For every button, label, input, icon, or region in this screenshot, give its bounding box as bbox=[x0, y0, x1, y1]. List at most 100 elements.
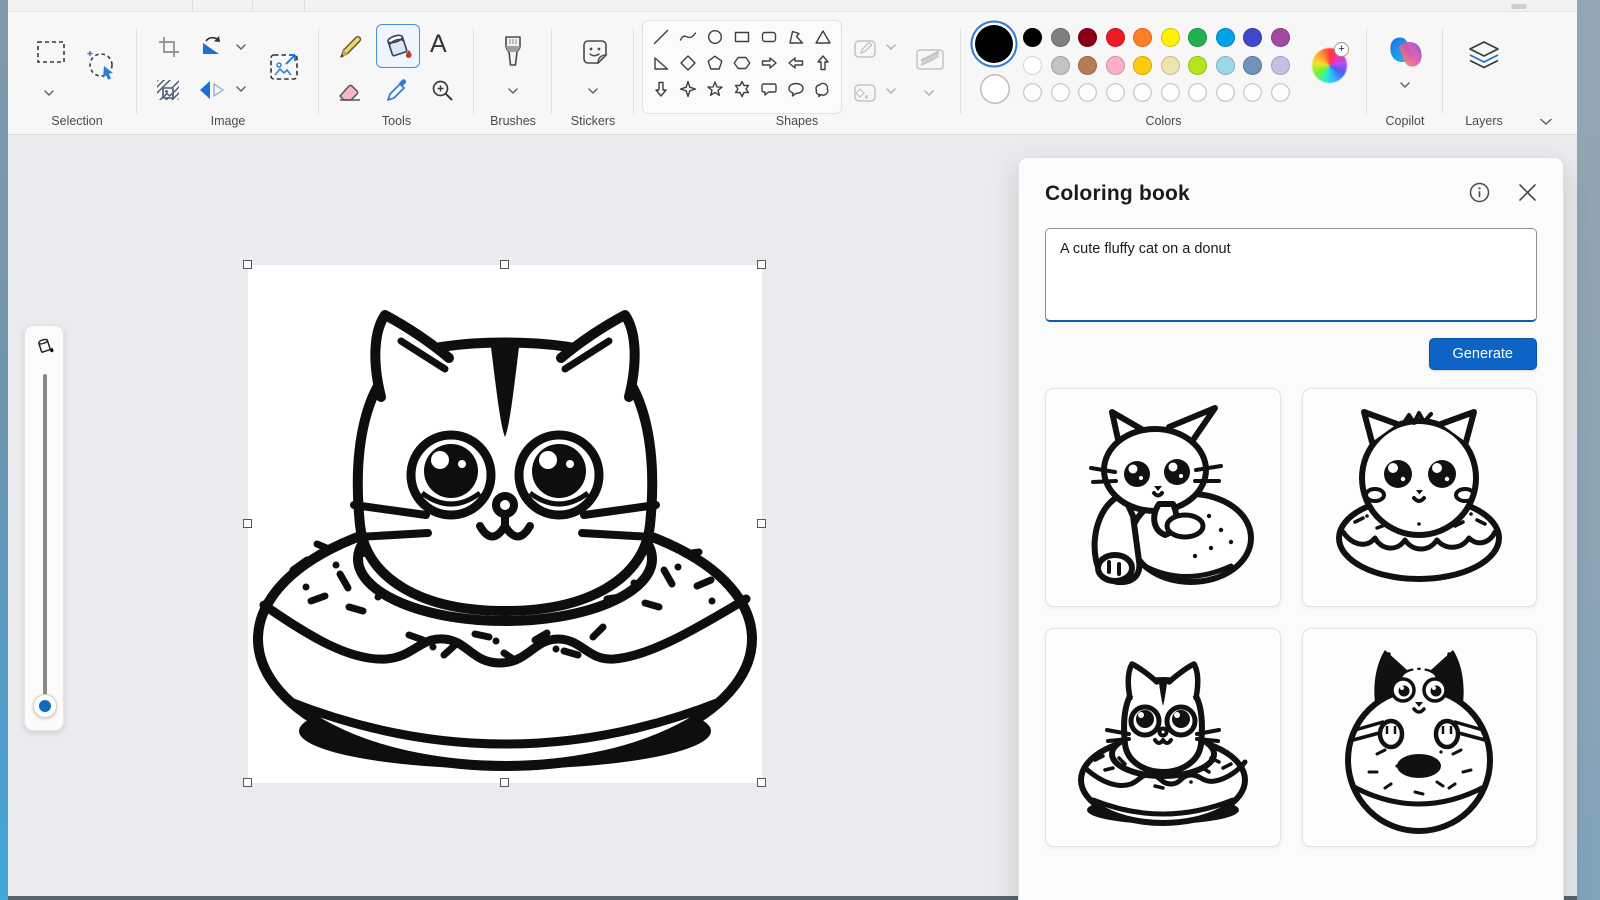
pencil-icon[interactable] bbox=[336, 32, 366, 67]
rotate-icon[interactable] bbox=[198, 34, 226, 65]
generated-thumbnail-3[interactable] bbox=[1045, 628, 1281, 847]
shape-cloud-partial[interactable] bbox=[649, 103, 673, 114]
shape-arrow-down[interactable] bbox=[649, 77, 673, 101]
free-form-select-icon[interactable] bbox=[84, 48, 120, 89]
color-swatch-empty[interactable] bbox=[1023, 83, 1042, 102]
color-swatch-empty[interactable] bbox=[1243, 83, 1262, 102]
color-swatch-000000[interactable] bbox=[1023, 28, 1042, 47]
shape-arrow-left[interactable] bbox=[784, 51, 808, 75]
eraser-icon[interactable] bbox=[336, 78, 366, 109]
size-slider-thumb[interactable] bbox=[33, 694, 57, 718]
shape-pentagon[interactable] bbox=[703, 51, 727, 75]
size-slider-track[interactable] bbox=[43, 374, 47, 696]
selection-handle-w[interactable] bbox=[243, 519, 252, 528]
rotate-dropdown-chevron[interactable] bbox=[236, 44, 246, 51]
color-swatch-7f7f7f[interactable] bbox=[1051, 28, 1070, 47]
color-swatch-empty[interactable] bbox=[1216, 83, 1235, 102]
shape-right-triangle[interactable] bbox=[649, 51, 673, 75]
size-dropdown-chevron[interactable] bbox=[924, 90, 934, 97]
selection-dropdown-chevron[interactable] bbox=[44, 90, 54, 97]
color-swatch-c3c3c3[interactable] bbox=[1051, 56, 1070, 75]
color-swatch-efe4b0[interactable] bbox=[1161, 56, 1180, 75]
resize-image-icon[interactable] bbox=[268, 50, 302, 89]
crop-icon[interactable] bbox=[156, 34, 182, 65]
generated-thumbnail-4[interactable] bbox=[1302, 628, 1538, 847]
generated-thumbnail-1[interactable] bbox=[1045, 388, 1281, 607]
selection-handle-s[interactable] bbox=[500, 778, 509, 787]
color-swatch-3f48cc[interactable] bbox=[1243, 28, 1262, 47]
color-swatch-ed1c24[interactable] bbox=[1106, 28, 1125, 47]
color-swatch-c8bfe7[interactable] bbox=[1271, 56, 1290, 75]
shape-oval[interactable] bbox=[703, 25, 727, 49]
shape-fill-chevron[interactable] bbox=[886, 88, 896, 95]
shape-polygon[interactable] bbox=[784, 25, 808, 49]
magnifier-icon[interactable] bbox=[430, 78, 456, 109]
shape-fill-icon[interactable] bbox=[852, 80, 878, 111]
color-swatch-b97a57[interactable] bbox=[1078, 56, 1097, 75]
color-swatch-empty[interactable] bbox=[1051, 83, 1070, 102]
brush-icon[interactable] bbox=[499, 34, 527, 75]
shape-diamond[interactable] bbox=[676, 51, 700, 75]
selection-handle-se[interactable] bbox=[757, 778, 766, 787]
shape-star-four[interactable] bbox=[676, 77, 700, 101]
copilot-dropdown-chevron[interactable] bbox=[1400, 82, 1410, 89]
shape-speech-rectangle[interactable] bbox=[757, 77, 781, 101]
color-swatch-99d9ea[interactable] bbox=[1216, 56, 1235, 75]
selection-handle-nw[interactable] bbox=[243, 260, 252, 269]
shape-hexagon[interactable] bbox=[730, 51, 754, 75]
generated-thumbnail-2[interactable] bbox=[1302, 388, 1538, 607]
color-swatch-empty[interactable] bbox=[1161, 83, 1180, 102]
color-swatch-empty[interactable] bbox=[1106, 83, 1125, 102]
text-tool-icon[interactable]: A bbox=[430, 30, 447, 59]
shape-speech-oval[interactable] bbox=[784, 77, 808, 101]
selection-handle-sw[interactable] bbox=[243, 778, 252, 787]
shape-curve[interactable] bbox=[676, 25, 700, 49]
selection-handle-n[interactable] bbox=[500, 260, 509, 269]
selection-handle-ne[interactable] bbox=[757, 260, 766, 269]
selection-handle-e[interactable] bbox=[757, 519, 766, 528]
brushes-dropdown-chevron[interactable] bbox=[508, 88, 518, 95]
shape-line[interactable] bbox=[649, 25, 673, 49]
rectangle-select-icon[interactable] bbox=[36, 40, 66, 69]
color-swatch-fff200[interactable] bbox=[1161, 28, 1180, 47]
flip-icon[interactable] bbox=[198, 78, 226, 107]
shape-star-five[interactable] bbox=[703, 77, 727, 101]
shapes-gallery[interactable] bbox=[642, 20, 842, 114]
shape-thought-cloud[interactable] bbox=[811, 77, 835, 101]
stickers-dropdown-chevron[interactable] bbox=[588, 88, 598, 95]
shape-rectangle[interactable] bbox=[730, 25, 754, 49]
remove-background-icon[interactable] bbox=[154, 76, 182, 109]
collapse-ribbon-chevron[interactable] bbox=[1540, 118, 1550, 125]
color-swatch-b5e61d[interactable] bbox=[1188, 56, 1207, 75]
info-icon[interactable] bbox=[1469, 182, 1490, 208]
color-swatch-00a2e8[interactable] bbox=[1216, 28, 1235, 47]
selected-canvas-image[interactable] bbox=[248, 265, 762, 783]
color-swatch-a349a4[interactable] bbox=[1271, 28, 1290, 47]
foreground-color-swatch[interactable] bbox=[975, 25, 1013, 63]
color-swatch-ffc90e[interactable] bbox=[1133, 56, 1152, 75]
shape-outline-chevron[interactable] bbox=[886, 44, 896, 51]
shape-lightning-partial[interactable] bbox=[676, 103, 700, 114]
color-swatch-ffaec9[interactable] bbox=[1106, 56, 1125, 75]
prompt-input[interactable]: A cute fluffy cat on a donut bbox=[1045, 228, 1537, 322]
sticker-icon[interactable] bbox=[579, 36, 611, 73]
color-swatch-880015[interactable] bbox=[1078, 28, 1097, 47]
generate-button[interactable]: Generate bbox=[1429, 338, 1537, 370]
shape-arrow-right[interactable] bbox=[757, 51, 781, 75]
layers-icon[interactable] bbox=[1466, 38, 1502, 77]
shape-outline-icon[interactable] bbox=[852, 36, 878, 67]
color-swatch-empty[interactable] bbox=[1188, 83, 1207, 102]
color-swatch-empty[interactable] bbox=[1271, 83, 1290, 102]
color-swatch-ff7f27[interactable] bbox=[1133, 28, 1152, 47]
shape-arrow-up[interactable] bbox=[811, 51, 835, 75]
shape-triangle[interactable] bbox=[811, 25, 835, 49]
size-icon[interactable] bbox=[914, 44, 946, 79]
close-icon[interactable] bbox=[1518, 183, 1537, 207]
color-swatch-ffffff[interactable] bbox=[1023, 56, 1042, 75]
color-swatch-22b14c[interactable] bbox=[1188, 28, 1207, 47]
color-swatch-empty[interactable] bbox=[1133, 83, 1152, 102]
fill-bucket-tool-selected[interactable] bbox=[376, 24, 420, 68]
color-swatch-empty[interactable] bbox=[1078, 83, 1097, 102]
shape-star-six[interactable] bbox=[730, 77, 754, 101]
shape-rounded-rectangle[interactable] bbox=[757, 25, 781, 49]
